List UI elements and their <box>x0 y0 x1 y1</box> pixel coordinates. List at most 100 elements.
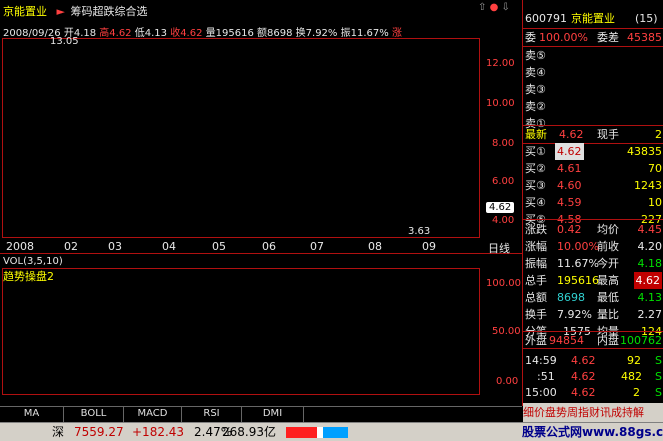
buy-price: 4.60 <box>557 179 582 192</box>
buy-label: 买② <box>525 162 546 175</box>
quote-panel: 600791 京能置业 (15) 委 100.00% 委差 45385 卖⑤ 卖… <box>522 0 663 422</box>
outer-value: 94854 <box>549 334 584 347</box>
stat-label: 振幅 <box>525 257 547 270</box>
x-label-04: 04 <box>162 240 176 253</box>
buy-vol: 1243 <box>634 179 662 192</box>
price-tick-12: 12.00 <box>486 58 515 69</box>
ind-tick-100: 100.00 <box>486 278 521 289</box>
webi-row: 委 100.00% 委差 45385 <box>523 29 663 46</box>
sell-row-5[interactable]: 卖⑤ <box>523 47 663 64</box>
tab-boll[interactable]: BOLL <box>64 406 124 422</box>
stat-value: 2.27 <box>637 308 663 321</box>
tick-side: S <box>655 354 662 367</box>
index-name: 深 <box>52 425 65 439</box>
stat-row: 换手 7.92% 量比 2.27 <box>523 306 663 323</box>
stat-label: 总额 <box>525 291 547 304</box>
price-tick-6: 6.00 <box>492 176 515 187</box>
inner-value: 100762 <box>620 334 662 347</box>
diff-value: 45385 <box>627 31 662 44</box>
buy-label: 买④ <box>525 196 546 209</box>
webi-label: 委 <box>525 31 536 44</box>
stat-label: 涨幅 <box>525 240 547 253</box>
tick-price: 4.62 <box>571 370 596 383</box>
status-bar: 深 7559.27 +182.43 2.47% 268.93亿 股票公式网www… <box>0 422 663 441</box>
tab-dmi[interactable]: DMI <box>242 406 304 422</box>
tick-row: 15:00 4.62 2 S <box>523 384 663 401</box>
tick-side: S <box>655 370 662 383</box>
buy-label: 买③ <box>525 179 546 192</box>
x-label-05: 05 <box>212 240 226 253</box>
volume-title: VOL(3,5,10) <box>3 256 63 267</box>
ind-tick-50: 50.00 <box>492 326 521 337</box>
tick-row: :51 4.62 482 S <box>523 368 663 385</box>
tick-vol: 482 <box>621 370 642 383</box>
stat-row: 振幅 11.67% 今开 4.18 <box>523 255 663 272</box>
tab-ma[interactable]: MA <box>0 406 64 422</box>
sell-label: 卖② <box>525 100 546 113</box>
stat-row: 涨幅 10.00% 前收 4.20 <box>523 238 663 255</box>
stat-row: 总手 195616 最高 4.62 <box>523 272 663 289</box>
quote-stock-name: 京能置业 <box>571 12 615 25</box>
stock-name: 京能置业 <box>3 5 47 18</box>
tick-time: :51 <box>537 370 555 383</box>
up-arrow-icon[interactable]: ⇧ <box>478 2 486 13</box>
indicator-icon[interactable]: ● <box>490 2 499 13</box>
sell-row-4[interactable]: 卖④ <box>523 64 663 81</box>
tab-rsi[interactable]: RSI <box>182 406 242 422</box>
x-label-07: 07 <box>310 240 324 253</box>
stat-row: 总额 8698 最低 4.13 <box>523 289 663 306</box>
amount-value: 268.93亿 <box>222 425 276 439</box>
period-label[interactable]: 日线 <box>488 240 510 256</box>
stat-value: 4.13 <box>637 291 663 304</box>
buy-row-4[interactable]: 买④ 4.59 10 <box>523 194 663 211</box>
now-hand-value: 2 <box>655 128 662 141</box>
outer-inner-row: 外盘 94854 内盘 100762 <box>523 332 663 349</box>
panel-footer-tabs[interactable]: 细价盘势周指财讯成持解 <box>523 403 663 422</box>
stat-value: 0.42 <box>557 223 582 236</box>
buy-row-1[interactable]: 买① 4.62 43835 <box>523 143 663 160</box>
sell-label: 卖③ <box>525 83 546 96</box>
stat-label: 涨跌 <box>525 223 547 236</box>
outer-label: 外盘 <box>525 334 547 347</box>
tab-macd[interactable]: MACD <box>124 406 182 422</box>
stat-label: 换手 <box>525 308 547 321</box>
tick-vol: 92 <box>627 354 641 367</box>
high-mark: 13.05 <box>50 36 79 47</box>
quote-number: (15) <box>635 12 658 25</box>
stat-label: 均价 <box>597 223 619 236</box>
price-chart[interactable] <box>2 38 480 238</box>
x-label-08: 08 <box>368 240 382 253</box>
sell-label: 卖⑤ <box>525 49 546 62</box>
price-tick-10: 10.00 <box>486 98 515 109</box>
sell-row-3[interactable]: 卖③ <box>523 81 663 98</box>
stat-value: 195616 <box>557 274 599 287</box>
x-label-2008: 2008 <box>6 240 34 253</box>
stat-label: 最高 <box>597 274 619 287</box>
buy-price-highlight: 4.62 <box>555 143 584 160</box>
tick-row: 14:59 4.62 92 S <box>523 352 663 369</box>
quote-title: 600791 京能置业 (15) <box>523 10 663 27</box>
price-tick-8: 8.00 <box>492 138 515 149</box>
stat-label: 前收 <box>597 240 619 253</box>
latest-label: 最新 <box>525 128 547 141</box>
now-hand-label: 现手 <box>597 128 619 141</box>
x-label-02: 02 <box>64 240 78 253</box>
stat-value: 7.92% <box>557 308 592 321</box>
chart-area[interactable]: 京能置业 ► 筹码超跌综合选 ⇧ ● ⇩ 2008/09/26 开4.18 高4… <box>0 0 522 406</box>
index-value: 7559.27 <box>74 425 124 439</box>
stat-row: 涨跌 0.42 均价 4.45 <box>523 221 663 238</box>
indicator-chart[interactable] <box>2 268 480 395</box>
play-icon[interactable]: ► <box>57 5 65 18</box>
webi-value: 100.00% <box>539 31 588 44</box>
inner-label: 内盘 <box>597 334 619 347</box>
stat-value-highlight: 4.62 <box>633 272 662 289</box>
stat-label: 量比 <box>597 308 619 321</box>
buy-row-2[interactable]: 买② 4.61 70 <box>523 160 663 177</box>
chart-header: 京能置业 ► 筹码超跌综合选 <box>3 3 147 19</box>
down-arrow-icon[interactable]: ⇩ <box>502 2 510 13</box>
tick-side: S <box>655 386 662 399</box>
sell-row-2[interactable]: 卖② <box>523 98 663 115</box>
tick-vol: 2 <box>633 386 640 399</box>
buy-row-3[interactable]: 买③ 4.60 1243 <box>523 177 663 194</box>
current-price-tag: 4.62 <box>486 202 515 213</box>
